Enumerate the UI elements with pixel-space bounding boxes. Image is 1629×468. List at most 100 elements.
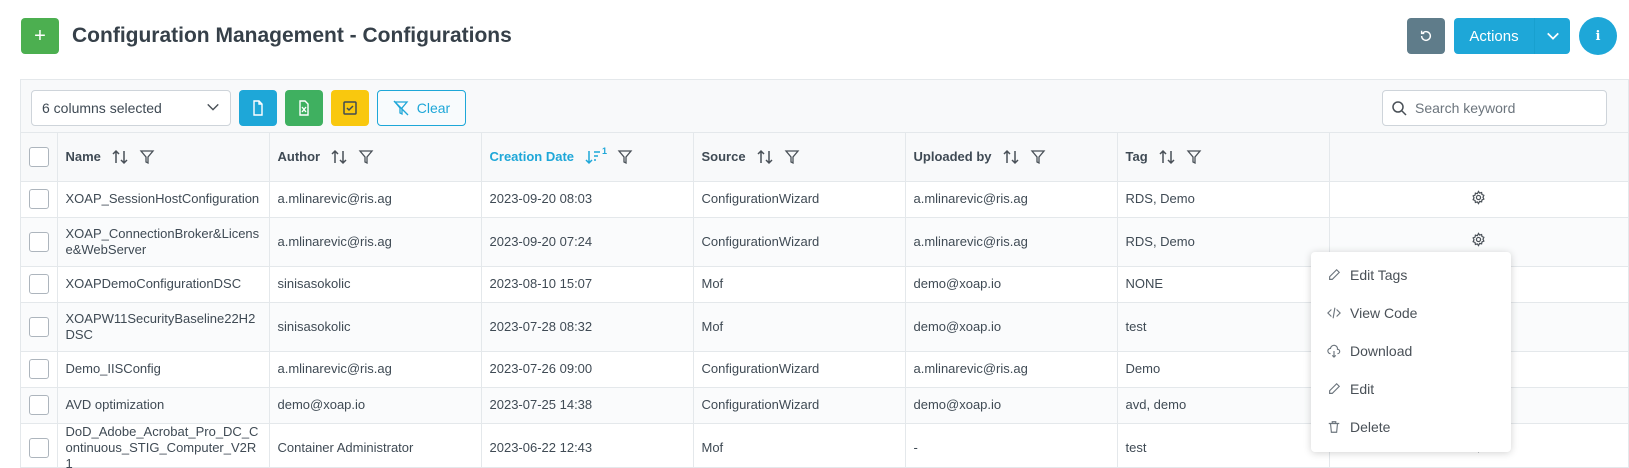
column-selector[interactable]: 6 columns selected [31, 90, 231, 126]
row-select-cell [21, 423, 58, 468]
menu-item-delete[interactable]: Delete [1311, 408, 1511, 446]
actions-button[interactable]: Actions [1454, 18, 1570, 54]
filter-icon[interactable] [617, 149, 633, 165]
search-input[interactable] [1415, 100, 1595, 116]
column-header-actions [1329, 133, 1628, 182]
menu-item-edit[interactable]: Edit [1311, 370, 1511, 408]
column-selector-value: 6 columns selected [42, 100, 162, 116]
row-select-cell [21, 351, 58, 388]
menu-item-edit-tags[interactable]: Edit Tags [1311, 256, 1511, 294]
cell-uploaded-by: demo@xoap.io [905, 387, 1118, 424]
cell-author: sinisasokolic [269, 266, 482, 303]
sort-icon[interactable] [330, 148, 348, 166]
refresh-button[interactable] [1407, 18, 1445, 54]
gear-icon[interactable] [1471, 232, 1486, 251]
row-checkbox[interactable] [29, 395, 49, 415]
row-select-cell [21, 217, 58, 267]
row-select-cell [21, 266, 58, 303]
actions-label: Actions [1469, 27, 1519, 45]
cell-source: ConfigurationWizard [693, 217, 906, 267]
menu-item-label: View Code [1350, 305, 1418, 321]
column-header-tag[interactable]: Tag [1117, 133, 1330, 182]
cell-tag: RDS, Demo [1117, 217, 1330, 267]
refresh-icon [1420, 30, 1432, 42]
cell-source: Mof [693, 266, 906, 303]
menu-item-download[interactable]: Download [1311, 332, 1511, 370]
search-box[interactable] [1382, 90, 1607, 126]
cell-tag: avd, demo [1117, 387, 1330, 424]
cloud-download-icon [1327, 344, 1341, 358]
menu-item-label: Edit [1350, 381, 1375, 397]
row-checkbox[interactable] [29, 231, 49, 252]
column-label: Source [701, 149, 746, 165]
cell-name: XOAP_ConnectionBroker&License&WebServer [57, 217, 270, 267]
cell-uploaded-by: a.mlinarevic@ris.ag [905, 181, 1118, 218]
cell-source: ConfigurationWizard [693, 387, 906, 424]
table-header-row: Name Author Creation Date 1 Source Uploa… [21, 133, 1628, 182]
sort-icon[interactable] [756, 148, 774, 166]
cell-name: XOAPW11SecurityBaseline22H2DSC [57, 302, 270, 352]
cell-tag: test [1117, 423, 1330, 468]
column-header-creation-date[interactable]: Creation Date 1 [481, 133, 694, 182]
column-header-source[interactable]: Source [693, 133, 906, 182]
row-actions-cell [1329, 181, 1628, 218]
trash-icon [1328, 421, 1340, 433]
sort-icon[interactable] [1002, 148, 1020, 166]
clear-filters-button[interactable]: Clear [377, 90, 466, 126]
info-button[interactable]: i [1579, 17, 1617, 55]
cell-creation-date: 2023-06-22 12:43 [481, 423, 694, 468]
cell-name: XOAPDemoConfigurationDSC [57, 266, 270, 303]
select-all-checkbox[interactable] [29, 146, 49, 167]
pencil-icon [1329, 268, 1341, 280]
cell-source: ConfigurationWizard [693, 351, 906, 388]
cell-author: sinisasokolic [269, 302, 482, 352]
cell-uploaded-by: - [905, 423, 1118, 468]
menu-item-label: Edit Tags [1350, 267, 1408, 283]
sort-icon[interactable] [1158, 148, 1176, 166]
column-header-name[interactable]: Name [57, 133, 270, 182]
cell-author: a.mlinarevic@ris.ag [269, 181, 482, 218]
chevron-down-icon [206, 100, 220, 117]
row-checkbox[interactable] [29, 274, 49, 294]
cell-author: demo@xoap.io [269, 387, 482, 424]
export-pdf-button[interactable] [239, 90, 277, 126]
cell-source: Mof [693, 302, 906, 352]
row-checkbox[interactable] [29, 359, 49, 379]
filter-icon[interactable] [1186, 149, 1202, 165]
filter-icon[interactable] [1030, 149, 1046, 165]
cell-uploaded-by: a.mlinarevic@ris.ag [905, 351, 1118, 388]
cell-creation-date: 2023-08-10 15:07 [481, 266, 694, 303]
top-bar: + Configuration Management - Configurati… [0, 0, 1629, 76]
cell-creation-date: 2023-07-25 14:38 [481, 387, 694, 424]
row-checkbox[interactable] [29, 437, 49, 458]
sort-desc-icon[interactable]: 1 [584, 145, 608, 166]
cell-author: a.mlinarevic@ris.ag [269, 351, 482, 388]
cell-uploaded-by: demo@xoap.io [905, 302, 1118, 352]
sort-order-badge: 1 [602, 145, 608, 156]
sort-icon[interactable] [111, 148, 129, 166]
filter-icon[interactable] [784, 149, 800, 165]
column-header-uploaded-by[interactable]: Uploaded by [905, 133, 1118, 182]
gear-icon[interactable] [1471, 189, 1486, 209]
filter-icon[interactable] [139, 149, 155, 165]
filter-icon[interactable] [358, 149, 374, 165]
add-configuration-button[interactable]: + [21, 18, 59, 54]
column-label: Tag [1125, 149, 1148, 165]
excel-file-icon [299, 100, 309, 116]
menu-item-view-code[interactable]: View Code [1311, 294, 1511, 332]
cell-name: AVD optimization [57, 387, 270, 424]
select-all-button[interactable] [331, 90, 369, 126]
column-header-author[interactable]: Author [269, 133, 482, 182]
cell-tag: test [1117, 302, 1330, 352]
column-label: Uploaded by [913, 149, 992, 165]
row-checkbox[interactable] [29, 316, 49, 337]
chevron-down-icon[interactable] [1534, 18, 1570, 54]
row-checkbox[interactable] [29, 189, 49, 209]
table-row[interactable]: XOAP_SessionHostConfiguration a.mlinarevi… [21, 181, 1628, 218]
search-icon [1392, 101, 1407, 116]
checkbox-icon [343, 101, 357, 115]
cell-name: Demo_IISConfig [57, 351, 270, 388]
export-excel-button[interactable] [285, 90, 323, 126]
row-select-cell [21, 302, 58, 352]
cell-creation-date: 2023-07-28 08:32 [481, 302, 694, 352]
